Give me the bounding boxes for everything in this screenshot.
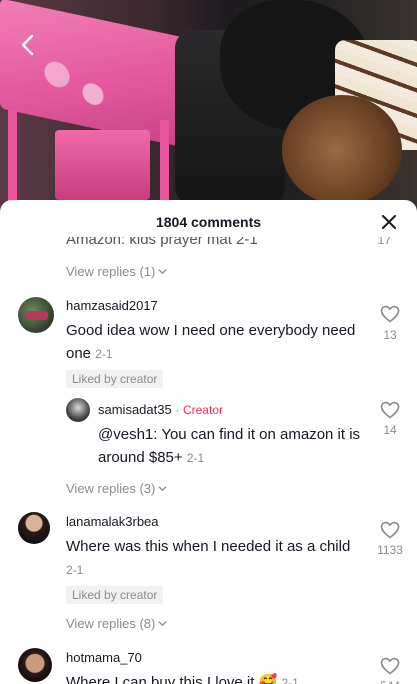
comments-count-title: 1804 comments bbox=[155, 214, 262, 230]
comment-username[interactable]: hotmama_70 bbox=[66, 650, 142, 665]
avatar[interactable] bbox=[66, 398, 90, 422]
video-player[interactable] bbox=[0, 0, 417, 215]
close-icon bbox=[382, 215, 396, 229]
close-button[interactable] bbox=[379, 212, 399, 232]
chevron-down-icon bbox=[158, 486, 167, 492]
reply-body: @vesh1: You can find it on amazon it is … bbox=[98, 426, 361, 466]
view-replies-button[interactable]: View replies (1) bbox=[66, 264, 167, 279]
comment-text: Good idea wow I need one everybody need … bbox=[66, 319, 361, 366]
chevron-down-icon bbox=[158, 269, 167, 275]
partial-comment-text: Amazon: kids prayer mat 2-1 bbox=[66, 237, 258, 248]
liked-by-creator-badge: Liked by creator bbox=[66, 586, 164, 604]
heart-outline-icon[interactable] bbox=[380, 657, 400, 675]
avatar[interactable] bbox=[18, 648, 52, 682]
liked-by-creator-badge: Liked by creator bbox=[66, 370, 164, 388]
comments-panel: 1804 comments Amazon: kids prayer mat 2-… bbox=[0, 200, 417, 684]
comments-list[interactable]: Amazon: kids prayer mat 2-1 17 View repl… bbox=[0, 237, 417, 684]
chevron-down-icon bbox=[158, 621, 167, 627]
comment-date: 2-1 bbox=[281, 676, 299, 684]
comment-body: Where was this when I needed it as a chi… bbox=[66, 538, 351, 555]
back-button[interactable] bbox=[14, 32, 40, 58]
desk-image bbox=[0, 0, 185, 148]
reply-username[interactable]: samisadat35 bbox=[98, 402, 172, 417]
reply-date: 2-1 bbox=[186, 451, 205, 465]
heart-outline-icon[interactable] bbox=[380, 521, 400, 539]
view-replies-button[interactable]: View replies (3) bbox=[66, 481, 167, 496]
chair-image bbox=[55, 130, 150, 200]
like-count: 14 bbox=[383, 423, 397, 437]
comment-username[interactable]: lanamalak3rbea bbox=[66, 514, 159, 529]
heart-outline-icon[interactable] bbox=[380, 401, 400, 419]
separator-dot: · bbox=[175, 403, 180, 417]
reply-header: samisadat35 · Creator bbox=[98, 402, 223, 417]
view-replies-label: View replies (1) bbox=[66, 264, 156, 279]
view-replies-label: View replies (3) bbox=[66, 481, 156, 496]
partial-comment-row: Amazon: kids prayer mat 2-1 17 bbox=[66, 237, 417, 253]
comment-username[interactable]: hamzasaid2017 bbox=[66, 298, 158, 313]
child-image bbox=[282, 95, 402, 205]
comment-text: Where was this when I needed it as a chi… bbox=[66, 535, 356, 582]
like-count: 1133 bbox=[377, 543, 403, 557]
partial-like-count: 17 bbox=[377, 237, 391, 247]
heart-outline-icon[interactable] bbox=[380, 305, 400, 323]
avatar[interactable] bbox=[18, 512, 50, 544]
reply-text: @vesh1: You can find it on amazon it is … bbox=[98, 423, 368, 470]
comment-text: Where I can buy this I love it 🥰 2-1 bbox=[66, 671, 356, 684]
view-replies-label: View replies (8) bbox=[66, 616, 156, 631]
like-count: 544 bbox=[370, 679, 410, 684]
comment-date: 2-1 bbox=[95, 347, 113, 361]
comment-body: Where I can buy this I love it 🥰 bbox=[66, 674, 278, 684]
view-replies-button[interactable]: View replies (8) bbox=[66, 616, 167, 631]
comment-date: 2-1 bbox=[66, 563, 84, 577]
like-count: 13 bbox=[383, 328, 397, 342]
back-arrow-icon bbox=[21, 34, 34, 56]
creator-tag: Creator bbox=[182, 403, 223, 417]
avatar[interactable] bbox=[18, 297, 54, 333]
